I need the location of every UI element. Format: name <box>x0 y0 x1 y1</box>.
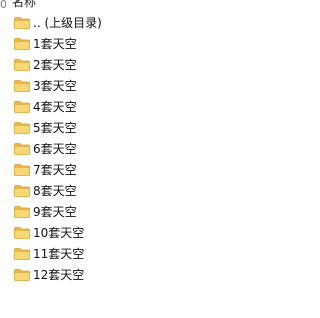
file-name: 3套天空 <box>33 78 77 93</box>
folder-icon <box>14 121 30 134</box>
file-name: 4套天空 <box>33 99 77 114</box>
folder-row[interactable]: 7套天空 <box>0 159 272 180</box>
folder-icon <box>14 100 30 113</box>
folder-row[interactable]: 11套天空 <box>0 243 272 264</box>
folder-row[interactable]: 10套天空 <box>0 222 272 243</box>
file-name: 1套天空 <box>33 36 77 51</box>
folder-icon <box>14 268 30 281</box>
parent-directory-row[interactable]: .. (上级目录) <box>0 12 272 33</box>
file-browser-pane: 02 名称 .. (上级目录) 1套天空 2套天空 3套天空 4套天空 5套天空 <box>0 0 272 318</box>
folder-icon <box>14 37 30 50</box>
folder-row[interactable]: 2套天空 <box>0 54 272 75</box>
folder-row[interactable]: 8套天空 <box>0 180 272 201</box>
folder-icon <box>14 79 30 92</box>
folder-row[interactable]: 5套天空 <box>0 117 272 138</box>
file-list: .. (上级目录) 1套天空 2套天空 3套天空 4套天空 5套天空 6套天空 <box>0 12 272 285</box>
folder-icon <box>14 184 30 197</box>
file-name: 5套天空 <box>33 120 77 135</box>
folder-row[interactable]: 3套天空 <box>0 75 272 96</box>
folder-row[interactable]: 1套天空 <box>0 33 272 54</box>
folder-icon <box>14 163 30 176</box>
folder-icon <box>14 142 30 155</box>
folder-icon <box>14 205 30 218</box>
folder-icon <box>14 16 30 29</box>
folder-icon <box>14 226 30 239</box>
file-name: 9套天空 <box>33 204 77 219</box>
folder-icon <box>14 247 30 260</box>
file-name: 12套天空 <box>33 267 85 282</box>
file-name: 11套天空 <box>33 246 85 261</box>
file-name: 6套天空 <box>33 141 77 156</box>
folder-row[interactable]: 4套天空 <box>0 96 272 117</box>
file-name: 8套天空 <box>33 183 77 198</box>
folder-icon <box>14 58 30 71</box>
folder-row[interactable]: 9套天空 <box>0 201 272 222</box>
file-name: 2套天空 <box>33 57 77 72</box>
file-name: 7套天空 <box>33 162 77 177</box>
truncated-left-label: 02 <box>0 0 6 11</box>
folder-row[interactable]: 12套天空 <box>0 264 272 285</box>
file-name: .. (上级目录) <box>33 15 102 30</box>
file-name: 10套天空 <box>33 225 85 240</box>
name-column-header[interactable]: 名称 <box>12 0 36 9</box>
folder-row[interactable]: 6套天空 <box>0 138 272 159</box>
